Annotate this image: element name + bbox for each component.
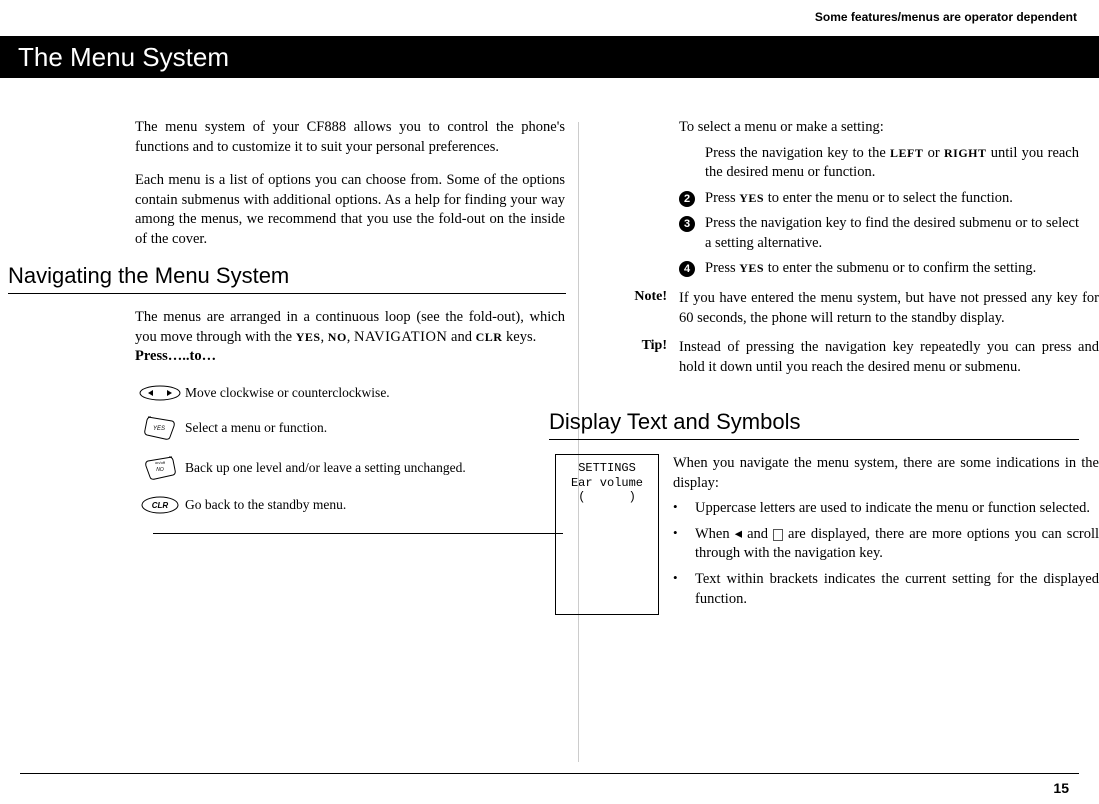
step-3: 3 Press the navigation key to find the d… xyxy=(679,214,1079,253)
left-arrow-symbol: ◂ xyxy=(735,526,742,542)
no-key-icon: NO on/off xyxy=(135,455,185,481)
svg-text:YES: YES xyxy=(153,426,165,432)
display-intro: When you navigate the menu system, there… xyxy=(673,454,1099,493)
right-column: To select a menu or make a setting: Pres… xyxy=(549,118,1099,615)
note-label: Note! xyxy=(549,289,679,328)
intro-paragraph-2: Each menu is a list of options you can c… xyxy=(135,171,565,249)
right-arrow-symbol xyxy=(773,529,783,541)
section-heading-navigating: Navigating the Menu System xyxy=(8,263,566,294)
intro-paragraph-1: The menu system of your CF888 allows you… xyxy=(135,118,565,157)
step-3-marker: 3 xyxy=(679,216,695,232)
key-desc-yes: Select a menu or function. xyxy=(185,420,565,436)
tip-row: Tip! Instead of pressing the navigation … xyxy=(549,338,1099,377)
svg-text:NO: NO xyxy=(156,467,164,473)
bullet-1: • Uppercase letters are used to indicate… xyxy=(673,499,1099,519)
svg-text:CLR: CLR xyxy=(152,501,169,510)
lcd-display-example: SETTINGS Ear volume ( ) xyxy=(555,454,659,615)
key-desc-clr: Go back to the standby menu. xyxy=(185,497,565,513)
footer-rule xyxy=(20,773,1079,774)
key-row-no: NO on/off Back up one level and/or leave… xyxy=(135,455,565,481)
step-2: 2 Press YES to enter the menu or to sele… xyxy=(679,189,1079,209)
clr-key-icon: CLR xyxy=(135,495,185,515)
note-body: If you have entered the menu system, but… xyxy=(679,289,1099,328)
yes-key-icon: YES xyxy=(135,415,185,441)
press-to-heading: Press…..to… xyxy=(135,348,565,365)
key-desc-nav: Move clockwise or counterclockwise. xyxy=(185,385,565,401)
note-row: Note! If you have entered the menu syste… xyxy=(549,289,1099,328)
bullet-3: • Text within brackets indicates the cur… xyxy=(673,570,1099,609)
key-desc-no: Back up one level and/or leave a setting… xyxy=(185,460,565,476)
navigation-key-icon xyxy=(135,385,185,401)
step-1: Press the navigation key to the LEFT or … xyxy=(679,144,1079,183)
page-number: 15 xyxy=(1053,780,1069,796)
section-heading-display: Display Text and Symbols xyxy=(549,409,1079,440)
step-4: 4 Press YES to enter the submenu or to c… xyxy=(679,259,1079,279)
header-note: Some features/menus are operator depende… xyxy=(815,10,1077,24)
tip-body: Instead of pressing the navigation key r… xyxy=(679,338,1099,377)
section-rule xyxy=(153,533,563,534)
key-row-yes: YES Select a menu or function. xyxy=(135,415,565,441)
bullet-2: • When ◂ and are displayed, there are mo… xyxy=(673,525,1099,564)
chapter-title-bar: The Menu System xyxy=(0,36,1099,78)
tip-label: Tip! xyxy=(549,338,679,377)
select-intro: To select a menu or make a setting: xyxy=(679,118,1079,138)
key-row-nav: Move clockwise or counterclockwise. xyxy=(135,385,565,401)
left-column: The menu system of your CF888 allows you… xyxy=(0,118,549,615)
step-4-marker: 4 xyxy=(679,261,695,277)
chapter-title: The Menu System xyxy=(18,42,229,73)
nav-paragraph: The menus are arranged in a continuous l… xyxy=(135,308,565,347)
svg-text:on/off: on/off xyxy=(155,460,166,465)
step-2-marker: 2 xyxy=(679,191,695,207)
key-row-clr: CLR Go back to the standby menu. xyxy=(135,495,565,515)
